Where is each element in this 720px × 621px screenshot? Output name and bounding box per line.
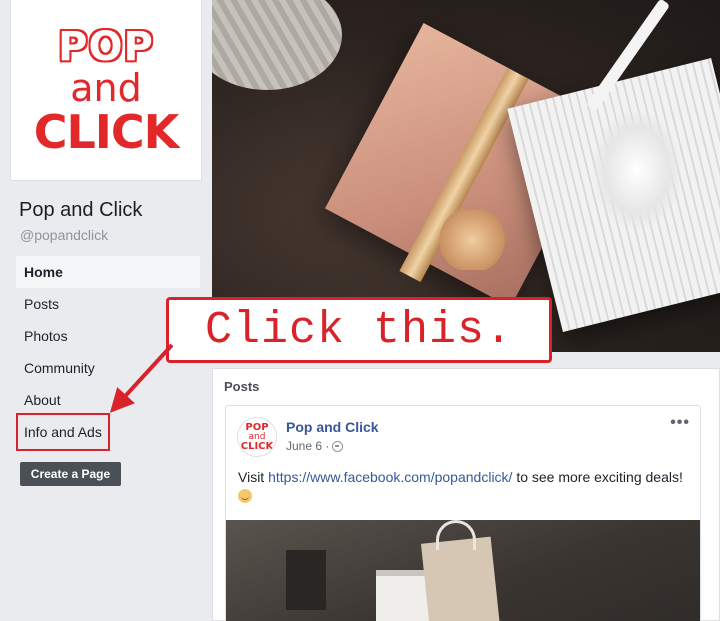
avatar-text-pop: POP — [245, 421, 269, 433]
posts-section-title: Posts — [224, 379, 260, 394]
post-author[interactable]: Pop and Click — [286, 419, 379, 435]
page-profile-logo[interactable]: POP and CLICK — [10, 0, 202, 181]
post-image-bag-handle — [436, 520, 476, 550]
cover-bow-white — [592, 110, 682, 230]
logo-text-and: and — [70, 66, 142, 110]
annotation-callout: Click this. — [166, 297, 552, 363]
create-page-button[interactable]: Create a Page — [20, 462, 121, 486]
globe-icon[interactable] — [332, 440, 344, 452]
nav-item-about[interactable]: About — [16, 384, 200, 416]
cover-bow-gold — [437, 210, 507, 270]
post-avatar[interactable]: POP and CLICK — [237, 417, 277, 457]
post-date[interactable]: June 6 · — [286, 439, 329, 453]
avatar-text-click: CLICK — [240, 440, 274, 452]
logo-text-click: CLICK — [33, 105, 180, 159]
feed: Posts POP and CLICK Pop and Click June 6… — [212, 352, 720, 621]
logo-text-pop: POP — [58, 24, 154, 70]
smile-emoji-icon — [238, 489, 252, 503]
post-image[interactable] — [226, 520, 700, 621]
post-image-bag-dark — [286, 550, 326, 610]
post-text-after: to see more exciting deals! — [512, 469, 683, 485]
more-options-icon[interactable]: ••• — [670, 414, 690, 432]
post-text-before: Visit — [238, 469, 269, 485]
post-link[interactable]: https://www.facebook.com/popandclick/ — [268, 469, 512, 485]
callout-text: Click this. — [204, 304, 514, 356]
post-text: Visit https://www.facebook.com/popandcli… — [238, 468, 688, 506]
post: POP and CLICK Pop and Click June 6 · •••… — [225, 405, 701, 621]
page-handle[interactable]: @popandclick — [20, 227, 108, 243]
page-name[interactable]: Pop and Click — [19, 199, 142, 222]
posts-card: Posts POP and CLICK Pop and Click June 6… — [212, 368, 720, 621]
nav-item-home[interactable]: Home — [16, 256, 200, 288]
annotation-highlight-box — [16, 413, 110, 451]
post-meta: June 6 · — [286, 439, 344, 453]
